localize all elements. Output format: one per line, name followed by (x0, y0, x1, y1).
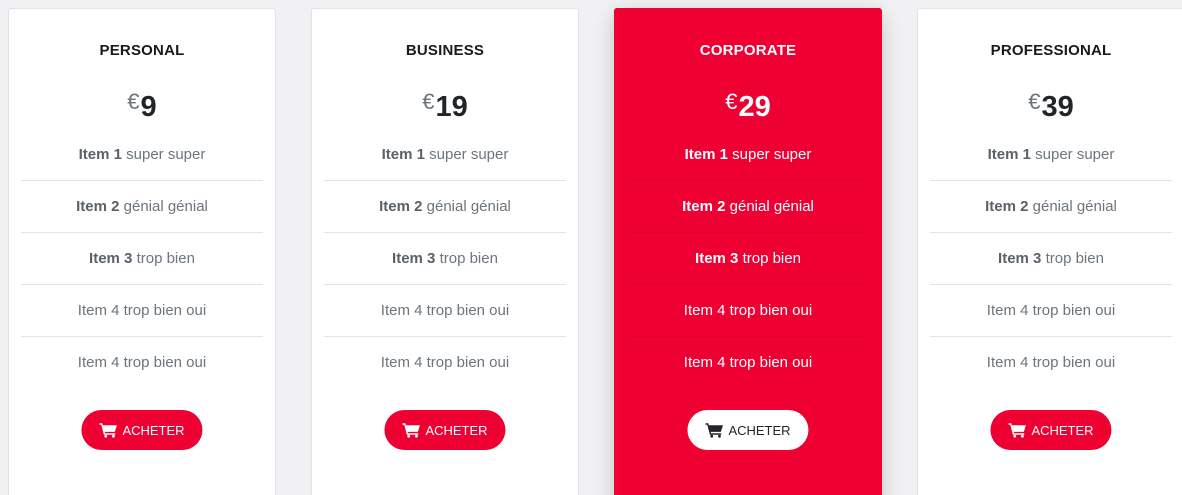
feature-item: Item 3 trop bien (930, 233, 1172, 285)
currency-symbol: € (422, 89, 435, 114)
buy-button-personal[interactable]: ACHETER (81, 410, 203, 450)
feature-label: Item 1 (381, 146, 425, 163)
feature-item: Item 4 trop bien oui (930, 285, 1172, 337)
buy-button-professional[interactable]: ACHETER (990, 410, 1112, 450)
plan-price: €19 (312, 82, 578, 123)
feature-item: Item 4 trop bien oui (324, 285, 566, 337)
buy-button-corporate[interactable]: ACHETER (687, 410, 809, 450)
price-amount: 9 (140, 91, 157, 123)
plan-name: BUSINESS (405, 42, 485, 59)
feature-text: génial génial (119, 198, 208, 215)
plan-price: €9 (9, 82, 275, 123)
feature-text: Item 4 trop bien oui (380, 354, 510, 371)
currency-symbol: € (725, 89, 738, 114)
feature-text: Item 4 trop bien oui (380, 302, 510, 319)
feature-text: Item 4 trop bien oui (986, 354, 1116, 371)
feature-text: super super (1030, 146, 1115, 163)
pricing-card-business: BUSINESS €19 Item 1 super super Item 2 g… (311, 8, 579, 495)
feature-label: Item 1 (684, 146, 728, 163)
buy-button-label: ACHETER (122, 422, 185, 438)
feature-label: Item 3 (998, 250, 1042, 267)
feature-label: Item 2 (682, 198, 726, 215)
feature-item: Item 2 génial génial (930, 181, 1172, 233)
feature-item: Item 3 trop bien (21, 233, 263, 285)
feature-label: Item 2 (76, 198, 120, 215)
feature-item: Item 4 trop bien oui (627, 285, 869, 337)
feature-text: trop bien (132, 250, 195, 267)
feature-text: trop bien (435, 250, 498, 267)
currency-symbol: € (127, 89, 140, 114)
feature-text: Item 4 trop bien oui (77, 354, 207, 371)
feature-list: Item 1 super super Item 2 génial génial … (21, 129, 263, 388)
feature-item: Item 1 super super (21, 129, 263, 181)
pricing-card-corporate: CORPORATE €29 Item 1 super super Item 2 … (614, 8, 882, 495)
feature-label: Item 1 (987, 146, 1031, 163)
feature-text: Item 4 trop bien oui (77, 302, 207, 319)
feature-list: Item 1 super super Item 2 génial génial … (930, 129, 1172, 388)
buy-button-label: ACHETER (1031, 422, 1094, 438)
feature-text: Item 4 trop bien oui (683, 302, 813, 319)
feature-text: Item 4 trop bien oui (683, 354, 813, 371)
buy-button-label: ACHETER (728, 422, 791, 438)
feature-item: Item 2 génial génial (21, 181, 263, 233)
feature-text: génial génial (1028, 198, 1117, 215)
feature-list: Item 1 super super Item 2 génial génial … (627, 129, 869, 388)
shopping-cart-icon (705, 422, 723, 438)
feature-label: Item 3 (695, 250, 739, 267)
plan-name: CORPORATE (699, 42, 797, 59)
price-amount: 19 (435, 91, 468, 123)
feature-item: Item 4 trop bien oui (324, 337, 566, 388)
pricing-card-personal: PERSONAL €9 Item 1 super super Item 2 gé… (8, 8, 276, 495)
feature-item: Item 3 trop bien (324, 233, 566, 285)
shopping-cart-icon (402, 422, 420, 438)
feature-item: Item 3 trop bien (627, 233, 869, 285)
feature-text: génial génial (422, 198, 511, 215)
feature-item: Item 2 génial génial (324, 181, 566, 233)
shopping-cart-icon (99, 422, 117, 438)
feature-label: Item 2 (379, 198, 423, 215)
feature-text: Item 4 trop bien oui (986, 302, 1116, 319)
currency-symbol: € (1028, 89, 1041, 114)
plan-name: PROFESSIONAL (990, 42, 1112, 59)
pricing-card-professional: PROFESSIONAL €39 Item 1 super super Item… (917, 8, 1182, 495)
plan-price: €39 (918, 82, 1182, 123)
feature-item: Item 1 super super (930, 129, 1172, 181)
feature-label: Item 2 (985, 198, 1029, 215)
feature-item: Item 2 génial génial (627, 181, 869, 233)
feature-text: trop bien (1041, 250, 1104, 267)
feature-label: Item 3 (89, 250, 133, 267)
feature-text: génial génial (725, 198, 814, 215)
pricing-table: PERSONAL €9 Item 1 super super Item 2 gé… (0, 0, 1182, 495)
feature-label: Item 3 (392, 250, 436, 267)
plan-price: €29 (615, 82, 881, 123)
feature-text: super super (121, 146, 206, 163)
buy-button-business[interactable]: ACHETER (384, 410, 506, 450)
plan-name: PERSONAL (99, 42, 185, 59)
price-amount: 39 (1041, 91, 1074, 123)
feature-item: Item 1 super super (627, 129, 869, 181)
feature-text: super super (727, 146, 812, 163)
shopping-cart-icon (1008, 422, 1026, 438)
feature-item: Item 4 trop bien oui (930, 337, 1172, 388)
feature-item: Item 4 trop bien oui (21, 337, 263, 388)
feature-label: Item 1 (78, 146, 122, 163)
feature-item: Item 4 trop bien oui (627, 337, 869, 388)
buy-button-label: ACHETER (425, 422, 488, 438)
feature-text: super super (424, 146, 509, 163)
feature-item: Item 4 trop bien oui (21, 285, 263, 337)
feature-list: Item 1 super super Item 2 génial génial … (324, 129, 566, 388)
feature-text: trop bien (738, 250, 801, 267)
price-amount: 29 (738, 91, 771, 123)
feature-item: Item 1 super super (324, 129, 566, 181)
